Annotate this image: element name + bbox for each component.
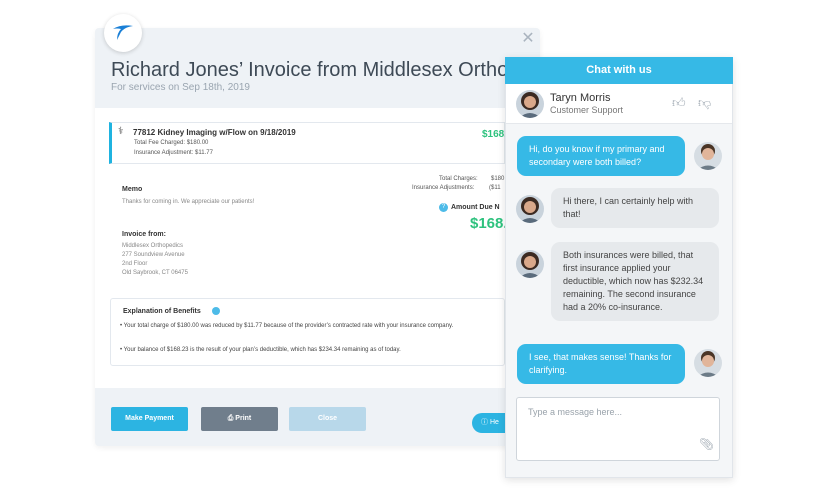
agent-name: Taryn Morris [550, 92, 611, 104]
address-line: 277 Soundview Avenue [122, 252, 185, 258]
service-adjustment: Insurance Adjustment: $11.77 [134, 150, 213, 156]
user-avatar [694, 142, 722, 170]
agent-photo [516, 90, 544, 118]
total-charges-value: $180 [491, 176, 505, 182]
chat-message-user: I see, that makes sense! Thanks for clar… [517, 344, 685, 384]
page-title: Richard Jones’ Invoice from Middlesex Or… [111, 59, 567, 81]
eob-bullet: • Your balance of $168.23 is the result … [120, 347, 401, 353]
agent-avatar [516, 90, 544, 118]
eob-bullet: • Your total charge of $180.00 was reduc… [120, 323, 454, 329]
stethoscope-icon: ⚕ [118, 126, 124, 137]
message-input-placeholder: Type a message here... [528, 407, 623, 417]
chat-message-user: Hi, do you know if my primary and second… [517, 136, 685, 176]
service-name: 77812 Kidney Imaging w/Flow on 9/18/2019 [133, 128, 296, 137]
paperclip-icon[interactable]: 📎︎ [699, 437, 714, 451]
insurance-adjustments-value: ($11 [489, 185, 501, 191]
thumbs-down-icon[interactable]: 👎︎ [698, 95, 711, 111]
thumbs-up-icon[interactable]: 👍︎ [672, 95, 686, 111]
address-line: 2nd Floor [122, 261, 148, 267]
amount-due-label: Amount Due N [451, 204, 500, 211]
memo-heading: Memo [122, 186, 143, 193]
chat-header: Chat with us [505, 57, 733, 84]
app-logo [104, 14, 142, 52]
agent-avatar [516, 250, 544, 278]
print-button[interactable]: ⎙ Print [201, 407, 278, 431]
agent-avatar [516, 195, 544, 223]
service-amount: $168. [482, 129, 508, 140]
eob-info-icon[interactable] [212, 307, 220, 315]
memo-text: Thanks for coming in. We appreciate our … [122, 199, 255, 205]
user-photo [694, 142, 722, 170]
print-label: Print [235, 415, 252, 422]
total-charges-label: Total Charges: [439, 176, 478, 182]
swoosh-logo-icon [113, 25, 133, 40]
address-line: Old Saybrook, CT 06475 [122, 270, 188, 276]
help-label: He [489, 419, 499, 426]
close-icon[interactable]: ✕ [521, 31, 535, 47]
user-avatar [694, 349, 722, 377]
help-icon: ⓘ [481, 419, 490, 426]
invoice-from-heading: Invoice from: [122, 231, 166, 238]
chat-message-agent: Both insurances were billed, that first … [551, 242, 719, 321]
close-button[interactable]: Close [289, 407, 366, 431]
make-payment-button[interactable]: Make Payment [111, 407, 188, 431]
insurance-adjustments-label: Insurance Adjustments: [412, 185, 475, 191]
agent-role: Customer Support [550, 105, 624, 115]
eob-heading: Explanation of Benefits [123, 308, 201, 315]
address-line: Middlesex Orthopedics [122, 243, 184, 249]
service-fee: Total Fee Charged: $180.00 [134, 140, 209, 146]
chat-message-agent: Hi there, I can certainly help with that… [551, 188, 719, 228]
info-icon[interactable]: ? [439, 203, 448, 212]
page-subtitle: For services on Sep 18th, 2019 [111, 82, 250, 93]
